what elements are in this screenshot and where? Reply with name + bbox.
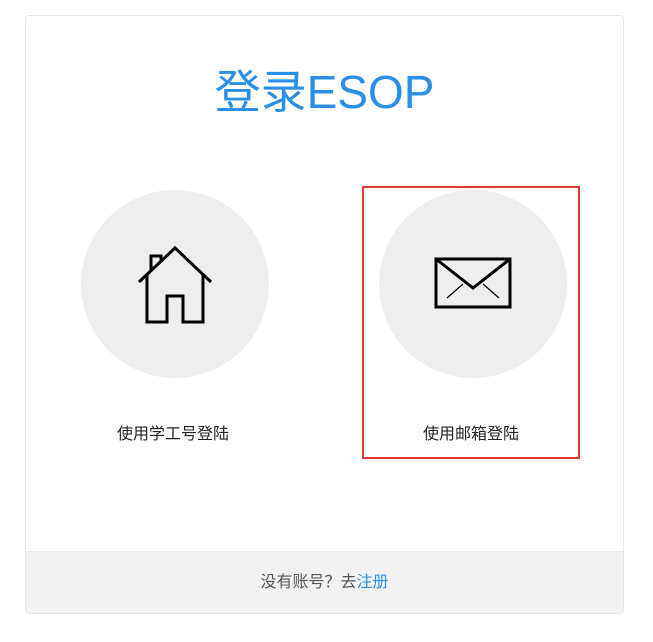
page-title: 登录ESOP bbox=[214, 66, 435, 118]
login-card: 登录ESOP 使用学工号登陆 使用邮箱登陆 没有账号？去注册 bbox=[25, 15, 624, 614]
email-login-label[interactable]: 使用邮箱登陆 bbox=[364, 420, 578, 444]
email-icon-circle[interactable] bbox=[379, 190, 567, 378]
footer-register: 没有账号？去注册 bbox=[26, 551, 623, 613]
email-login-option[interactable]: 使用邮箱登陆 bbox=[362, 186, 580, 459]
house-icon bbox=[137, 245, 213, 324]
footer-prompt: 没有账号？去 bbox=[260, 572, 357, 591]
envelope-icon bbox=[434, 257, 512, 309]
student-id-icon-circle[interactable] bbox=[81, 190, 269, 378]
register-link[interactable]: 注册 bbox=[357, 572, 389, 591]
student-id-login-option[interactable]: 使用学工号登陆 bbox=[64, 186, 282, 459]
student-id-login-label[interactable]: 使用学工号登陆 bbox=[64, 420, 282, 444]
